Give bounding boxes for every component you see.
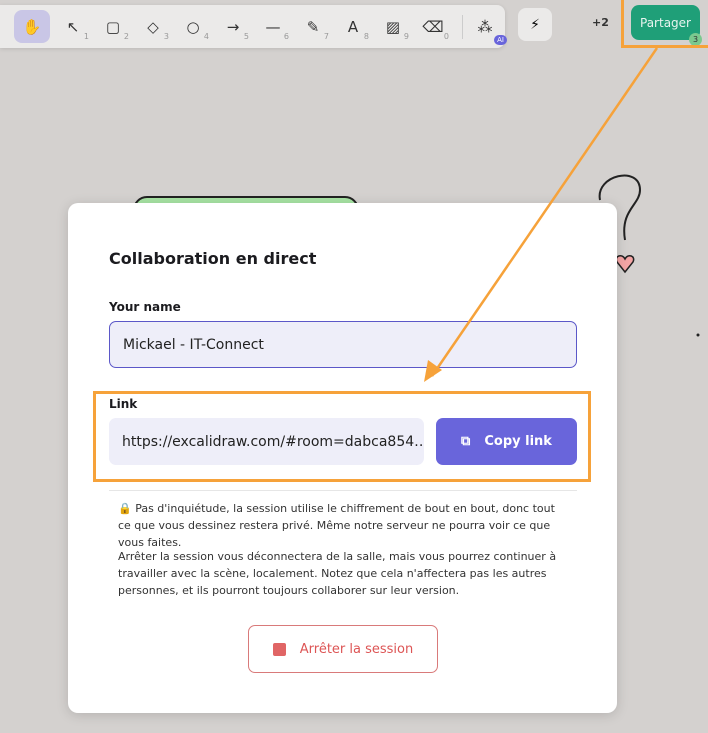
annotation-arrow [424,47,659,382]
